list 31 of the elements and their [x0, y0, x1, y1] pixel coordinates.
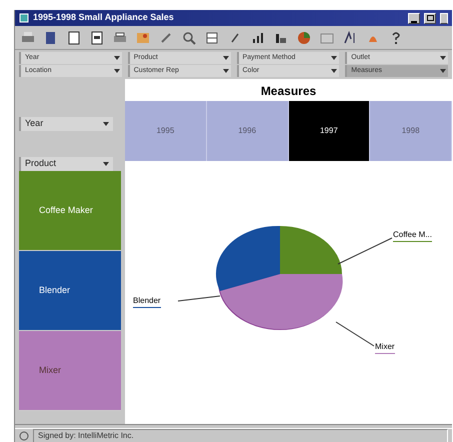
year-header[interactable]: 1997 [288, 101, 370, 161]
minimize-button[interactable] [408, 12, 420, 24]
pie-label: Coffee M... [393, 229, 432, 242]
pie-label: Blender [133, 295, 161, 308]
close-button[interactable] [440, 12, 448, 24]
caret-icon [114, 56, 120, 60]
caret-icon [103, 162, 109, 166]
signature-icon [19, 430, 29, 440]
pie-label: Mixer [375, 341, 395, 354]
caret-icon [440, 69, 446, 73]
window-title: 1995-1998 Small Appliance Sales [33, 11, 175, 24]
maximize-button[interactable] [424, 12, 436, 24]
product-block[interactable]: Coffee Maker [19, 171, 121, 251]
caret-icon [222, 56, 228, 60]
product-block[interactable]: Blender [19, 251, 121, 331]
app-icon [19, 13, 29, 23]
measures-heading: Measures [260, 83, 318, 100]
leader-line [177, 295, 221, 303]
caret-icon [114, 69, 120, 73]
dimension-dropdown[interactable]: Year [19, 117, 113, 131]
leader-line [337, 237, 393, 265]
caret-icon [331, 56, 338, 60]
dimension-dropdown[interactable]: Product [19, 157, 113, 171]
status-text: Signed by: IntelliMetric Inc. [33, 428, 448, 442]
minimize-icon [411, 20, 417, 22]
leader-line [335, 321, 375, 347]
caret-icon [331, 69, 338, 73]
caret-icon [103, 122, 109, 126]
maximize-icon [426, 15, 434, 21]
caret-icon [222, 69, 228, 73]
caret-icon [440, 56, 446, 60]
